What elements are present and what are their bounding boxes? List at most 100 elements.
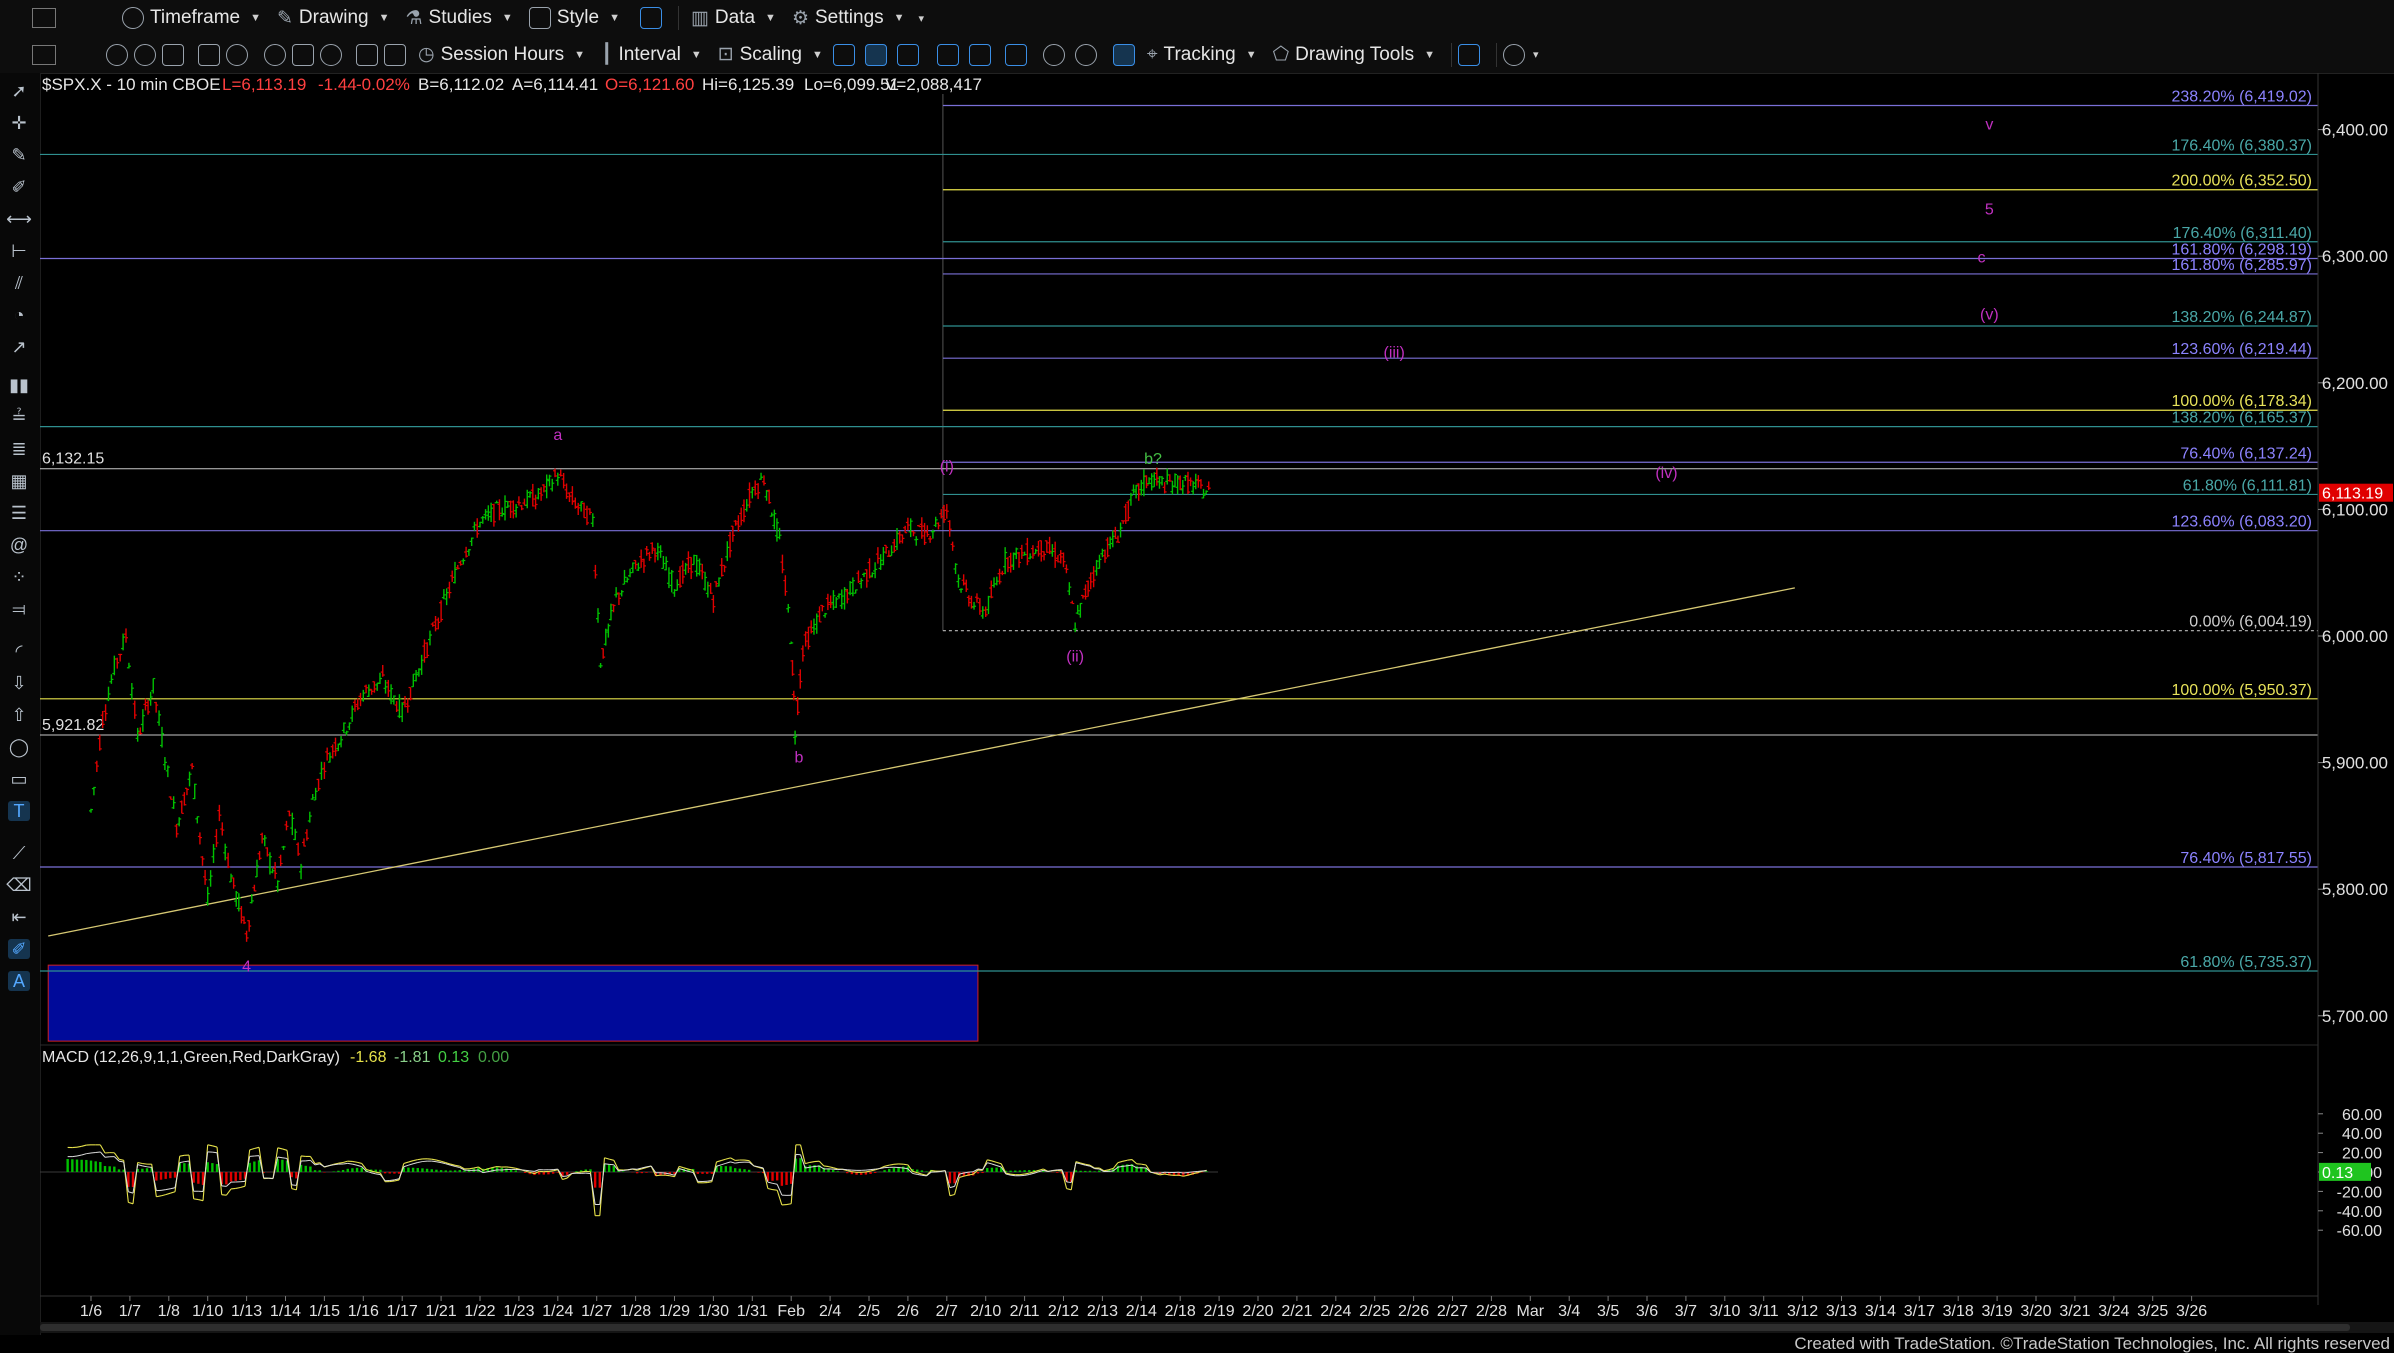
new-window-icon[interactable] <box>1457 43 1480 66</box>
record-icon[interactable] <box>264 43 286 66</box>
macd-signal-seg <box>1183 1171 1189 1174</box>
price-tick-label: 5,800.00 <box>2322 880 2388 899</box>
macd-line-seg <box>1019 1173 1025 1176</box>
question-icon[interactable] <box>320 43 342 66</box>
macd-line-seg <box>987 1159 993 1162</box>
price-tick-label: 5,900.00 <box>2322 754 2388 773</box>
macd-tick-label: -60.00 <box>2337 1223 2382 1240</box>
toolbar-divider <box>677 6 679 30</box>
picture-icon[interactable] <box>384 43 406 66</box>
macd-line-seg <box>235 1186 241 1189</box>
price-tick-label: 6,400.00 <box>2322 121 2388 140</box>
macd-line-seg <box>818 1160 825 1167</box>
macd-line-seg <box>1117 1160 1123 1164</box>
macd-signal-seg <box>735 1161 740 1164</box>
chevron-down-icon[interactable]: ▾ <box>1533 48 1539 61</box>
scroll-left-icon[interactable] <box>936 43 959 66</box>
time-tick-label: 1/15 <box>309 1303 340 1320</box>
bars-small-icon[interactable] <box>832 43 855 66</box>
macd-signal-seg <box>912 1172 918 1175</box>
sync-icon[interactable] <box>134 43 156 66</box>
macd-line-seg <box>847 1170 853 1173</box>
print-icon[interactable] <box>162 43 184 66</box>
time-tick-label: 2/21 <box>1281 1303 1312 1320</box>
time-tick-label: 1/30 <box>698 1303 729 1320</box>
clock-icon <box>122 7 144 29</box>
macd-line-seg <box>254 1146 260 1150</box>
window-menu-icon[interactable] <box>32 8 56 28</box>
drawing-tools-button[interactable]: ⬠ Drawing Tools ▼ <box>1267 41 1441 69</box>
link-icon[interactable] <box>639 7 662 29</box>
time-tick-label: 3/20 <box>2020 1303 2051 1320</box>
macd-line-seg <box>497 1165 502 1168</box>
macd-line-seg <box>338 1161 344 1164</box>
target-icon[interactable] <box>226 43 248 66</box>
macd-signal-seg <box>333 1163 339 1166</box>
level-label: 6,132.15 <box>42 451 104 468</box>
symbol-info-bar: $SPX.X - 10 min CBOE L=6,113.19 -1.44 -0… <box>42 75 982 94</box>
macd-line-seg <box>1122 1159 1128 1162</box>
more-chevron-icon[interactable]: ▾ <box>919 12 925 25</box>
bars-large-icon[interactable] <box>896 43 919 66</box>
macd-signal-seg <box>375 1173 381 1176</box>
trendline-line <box>48 587 1795 937</box>
fib-level-label: 176.40% (6,380.37) <box>2171 137 2312 154</box>
horizontal-scrollbar[interactable] <box>40 1322 2394 1333</box>
grid-icon[interactable] <box>1112 43 1135 66</box>
macd-signal-seg <box>142 1165 148 1168</box>
macd-signal-seg <box>305 1159 311 1162</box>
macd-signal-seg <box>949 1185 955 1189</box>
data-button[interactable]: ▥ Data ▼ <box>685 4 782 32</box>
macd-line-seg <box>240 1185 246 1189</box>
macd-signal-seg <box>408 1163 414 1166</box>
zoom-in-icon[interactable] <box>1042 43 1065 66</box>
save-icon[interactable] <box>292 43 314 66</box>
tracking-button[interactable]: ⌖ Tracking ▼ <box>1141 41 1263 69</box>
scroll-right-icon[interactable] <box>968 43 991 66</box>
window-menu-icon-2[interactable] <box>32 44 56 65</box>
time-tick-label: 3/5 <box>1597 1303 1619 1320</box>
macd-line-seg <box>828 1166 834 1169</box>
scaling-button[interactable]: ⊡ Scaling ▼ <box>712 41 829 69</box>
price-series <box>89 467 1211 942</box>
time-tick-label: 1/13 <box>231 1303 262 1320</box>
chevron-down-icon: ▼ <box>1424 48 1435 61</box>
studies-button[interactable]: ⚗ Studies ▼ <box>400 4 519 32</box>
macd-line-seg <box>179 1154 185 1157</box>
macd-signal-seg <box>870 1168 876 1171</box>
chevron-down-icon: ▼ <box>1245 48 1257 61</box>
time-tick-label: 2/14 <box>1126 1303 1157 1320</box>
price-tick-label: 6,200.00 <box>2322 374 2388 393</box>
macd-signal-seg <box>730 1161 736 1164</box>
refresh-icon[interactable] <box>106 43 128 66</box>
macd-signal-seg <box>977 1168 983 1171</box>
scrollbar-thumb[interactable] <box>40 1324 2350 1331</box>
chat-icon[interactable] <box>1502 43 1525 66</box>
time-tick-label: 3/4 <box>1558 1303 1580 1320</box>
time-tick-label: 3/7 <box>1675 1303 1697 1320</box>
network-icon[interactable] <box>356 43 378 66</box>
split-icon[interactable] <box>1004 43 1027 66</box>
timeframe-button[interactable]: Timeframe ▼ <box>116 4 267 32</box>
session-hours-button[interactable]: ◷ Session Hours ▼ <box>412 41 591 69</box>
time-tick-label: 1/22 <box>464 1303 495 1320</box>
snapshot-icon[interactable] <box>198 43 220 66</box>
bars-medium-icon[interactable] <box>864 43 887 66</box>
style-button[interactable]: Style ▼ <box>523 4 626 32</box>
wave-labels: a b 4 (i) (ii) b? (iii) (iv) (v) c 5 v <box>242 117 1999 976</box>
macd-signal-seg <box>370 1172 376 1175</box>
macd-signal-seg <box>146 1166 152 1168</box>
chevron-down-icon: ▼ <box>501 12 513 24</box>
drawing-button[interactable]: ✎ Drawing ▼ <box>271 4 396 32</box>
settings-button[interactable]: ⚙ Settings ▼ <box>786 4 911 32</box>
chevron-down-icon: ▼ <box>765 12 776 24</box>
symbol-label: $SPX.X - 10 min CBOE <box>42 75 221 94</box>
time-tick-label: 2/28 <box>1476 1303 1507 1320</box>
interval-button[interactable]: ┃ Interval ▼ <box>595 41 708 69</box>
macd-signal-seg <box>436 1161 442 1164</box>
price-chart[interactable]: $SPX.X - 10 min CBOE L=6,113.19 -1.44 -0… <box>0 73 2394 1335</box>
time-tick-label: 3/24 <box>2098 1303 2129 1320</box>
clock-icon: ◷ <box>418 44 435 65</box>
zoom-out-icon[interactable] <box>1074 43 1097 66</box>
copyright-text: Created with TradeStation. ©TradeStation… <box>1794 1334 2390 1353</box>
